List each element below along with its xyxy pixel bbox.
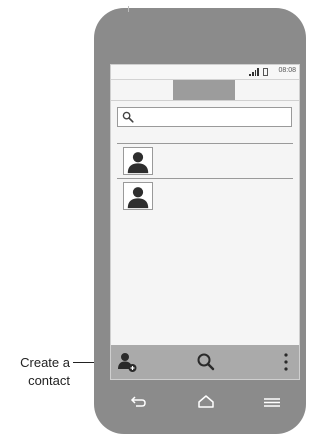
person-icon — [127, 152, 149, 174]
contact-avatar[interactable] — [123, 147, 153, 175]
overflow-menu-icon — [284, 353, 288, 371]
status-bar: 08:08 — [111, 65, 299, 80]
home-icon — [198, 395, 214, 408]
person-icon — [127, 187, 149, 209]
battery-icon — [263, 68, 268, 76]
list-divider — [117, 143, 293, 144]
back-icon — [130, 396, 146, 407]
callout-line-2: contact — [28, 373, 70, 388]
callout-line-1: Create a — [20, 355, 70, 370]
add-person-icon — [118, 353, 137, 372]
phone-screen: 08:08 — [110, 64, 300, 380]
home-button[interactable] — [196, 392, 216, 412]
add-contact-button[interactable] — [116, 351, 138, 373]
search-icon — [122, 111, 134, 123]
menu-button[interactable] — [262, 392, 282, 412]
list-divider — [117, 178, 293, 179]
search-input[interactable] — [117, 107, 292, 127]
contact-avatar[interactable] — [123, 182, 153, 210]
search-icon — [197, 353, 215, 371]
stage: Create a contact 08:08 — [0, 0, 316, 438]
status-time: 08:08 — [278, 67, 296, 74]
callout-label: Create a contact — [0, 354, 70, 390]
back-button[interactable] — [128, 392, 148, 412]
tab-bar — [111, 80, 299, 101]
signal-icon — [249, 68, 259, 76]
action-bar — [111, 345, 299, 379]
tab-contacts-active[interactable] — [173, 80, 235, 100]
phone-edge-highlight — [128, 6, 129, 12]
overflow-menu-button[interactable] — [275, 351, 297, 373]
menu-icon — [264, 398, 280, 407]
search-button[interactable] — [195, 351, 217, 373]
